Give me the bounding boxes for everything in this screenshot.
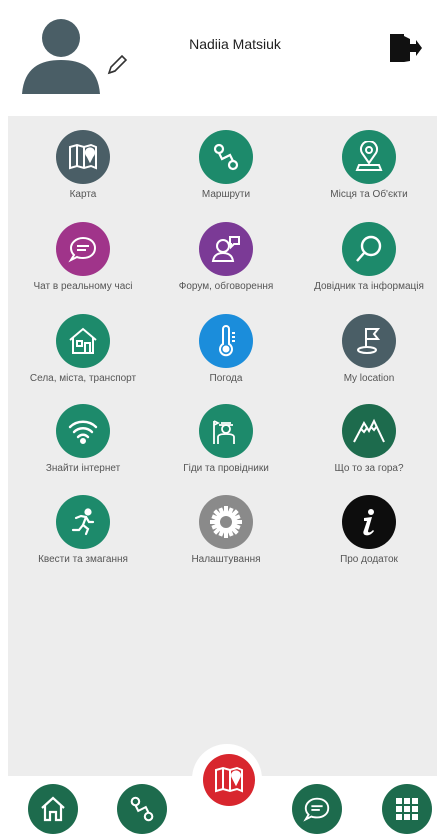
menu-item-label: My location [343,373,395,384]
runner-icon [56,495,110,549]
flag-location-icon [342,314,396,368]
house-icon [56,314,110,368]
menu-item-directory[interactable]: Довідник та інформація [299,222,439,302]
menu-item-label: Гіди та провідники [183,463,269,474]
mountain-icon [342,404,396,458]
info-icon [342,495,396,549]
menu-item-chat[interactable]: Чат в реальному часі [13,222,153,302]
menu-item-label: Знайти інтернет [45,463,121,474]
route-icon [199,130,253,184]
menu-item-label: Квести та змагання [38,554,128,565]
menu-item-label: Карта [69,189,97,200]
menu-item-label: Погода [209,373,243,384]
forum-user-icon [199,222,253,276]
menu-item-label: Маршрути [201,189,251,200]
menu-item-guides[interactable]: Гіди та провідники [156,404,296,484]
menu-item-label: Довідник та інформація [314,281,424,292]
logout-icon[interactable] [388,32,424,64]
menu-item-places[interactable]: Місця та Об'єкти [299,130,439,210]
grid-menu-icon[interactable] [382,784,432,834]
map-pin-icon [56,130,110,184]
menu-item-label: Форум, обговорення [178,281,274,292]
map-pin-icon[interactable] [203,754,255,806]
edit-pencil-icon[interactable] [104,52,130,78]
guide-icon [199,404,253,458]
menu-item-routes[interactable]: Маршрути [156,130,296,210]
menu-item-label: Села, міста, транспорт [29,373,137,384]
menu-item-weather[interactable]: Погода [156,314,296,394]
menu-item-mountain[interactable]: Що то за гора? [299,404,439,484]
menu-item-settings[interactable]: Налаштування [156,495,296,575]
menu-item-about[interactable]: Про додаток [299,495,439,575]
gear-icon [199,495,253,549]
search-icon [342,222,396,276]
route-icon[interactable] [117,784,167,834]
thermometer-icon [199,314,253,368]
menu-item-quests[interactable]: Квести та змагання [13,495,153,575]
menu-item-my-location[interactable]: My location [299,314,439,394]
menu-item-label: Чат в реальному часі [33,281,133,292]
menu-item-label: Що то за гора? [334,463,404,474]
menu-item-villages[interactable]: Села, міста, транспорт [13,314,153,394]
menu-item-map[interactable]: Карта [13,130,153,210]
place-marker-icon [342,130,396,184]
user-name: Nadiia Matsiuk [189,36,281,52]
home-icon[interactable] [28,784,78,834]
menu-item-label: Про додаток [340,554,398,565]
menu-item-internet[interactable]: Знайти інтернет [13,404,153,484]
avatar-icon[interactable] [20,12,102,94]
menu-item-label: Налаштування [191,554,261,565]
chat-icon[interactable] [292,784,342,834]
wifi-icon [56,404,110,458]
menu-item-forum[interactable]: Форум, обговорення [156,222,296,302]
menu-item-label: Місця та Об'єкти [330,189,408,200]
chat-icon [56,222,110,276]
